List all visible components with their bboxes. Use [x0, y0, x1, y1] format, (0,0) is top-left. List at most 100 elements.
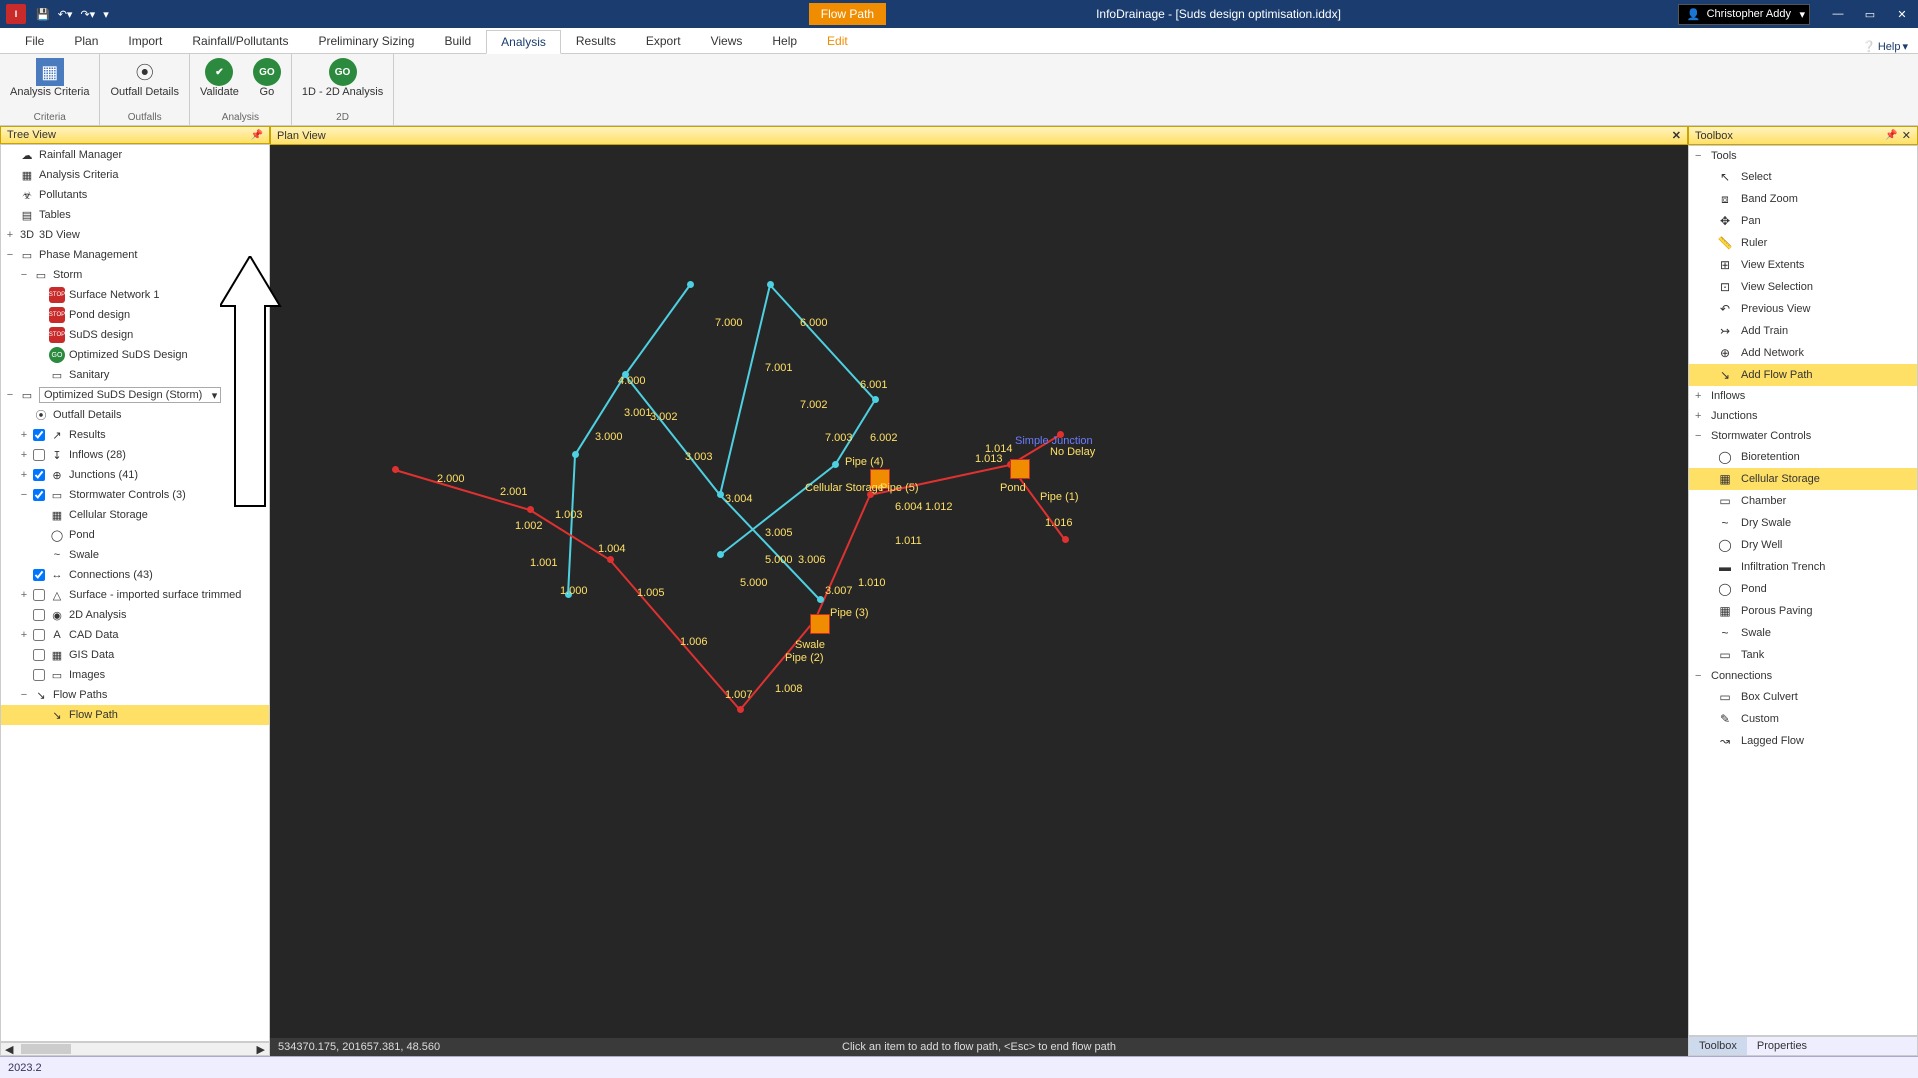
network-node[interactable]	[717, 491, 724, 498]
tree-item-optimized-suds-design--storm-[interactable]: −▭Optimized SuDS Design (Storm)▾	[1, 385, 269, 405]
close-icon[interactable]: ✕	[1672, 129, 1681, 142]
tree-item-storm[interactable]: −▭Storm	[1, 265, 269, 285]
tree-checkbox[interactable]	[33, 609, 45, 621]
toolbox-tab-properties[interactable]: Properties	[1747, 1037, 1817, 1055]
network-node[interactable]	[572, 451, 579, 458]
tool-porous-paving[interactable]: ▦Porous Paving	[1689, 600, 1917, 622]
tool-chamber[interactable]: ▭Chamber	[1689, 490, 1917, 512]
toolbox-group-connections[interactable]: −Connections	[1689, 666, 1917, 686]
expand-icon[interactable]: +	[1695, 390, 1705, 402]
tree-checkbox[interactable]	[33, 489, 45, 501]
expand-icon[interactable]: −	[19, 489, 29, 501]
tree-item-gis-data[interactable]: ▦GIS Data	[1, 645, 269, 665]
tool-pan[interactable]: ✥Pan	[1689, 210, 1917, 232]
network-node[interactable]	[392, 466, 399, 473]
network-node[interactable]	[872, 396, 879, 403]
tool-previous-view[interactable]: ↶Previous View	[1689, 298, 1917, 320]
tree-item-sanitary[interactable]: ▭Sanitary	[1, 365, 269, 385]
expand-icon[interactable]: −	[5, 249, 15, 261]
menu-tab-edit[interactable]: Edit	[812, 29, 863, 53]
tree-checkbox[interactable]	[33, 469, 45, 481]
expand-icon[interactable]: +	[19, 469, 29, 481]
expand-icon[interactable]: −	[19, 689, 29, 701]
tree-item-phase-management[interactable]: −▭Phase Management	[1, 245, 269, 265]
tool-bioretention[interactable]: ◯Bioretention	[1689, 446, 1917, 468]
tree-item-results[interactable]: +↗Results	[1, 425, 269, 445]
network-node[interactable]	[1062, 536, 1069, 543]
network-connection[interactable]	[624, 284, 691, 375]
tree-checkbox[interactable]	[33, 629, 45, 641]
network-node[interactable]	[817, 596, 824, 603]
tree-item-optimized-suds-design[interactable]: GOOptimized SuDS Design	[1, 345, 269, 365]
tree-item-surface-network-1[interactable]: STOPSurface Network 1	[1, 285, 269, 305]
ribbon-btn-1d---2d-analysis[interactable]: GO1D - 2D Analysis	[298, 56, 387, 100]
stormwater-control-icon[interactable]	[1010, 459, 1030, 479]
scroll-left-icon[interactable]: ◀	[5, 1043, 13, 1056]
toolbox-tab-toolbox[interactable]: Toolbox	[1689, 1037, 1747, 1055]
tool-add-flow-path[interactable]: ↘Add Flow Path	[1689, 364, 1917, 386]
menu-tab-results[interactable]: Results	[561, 29, 631, 53]
tree-item-junctions--41-[interactable]: +⊕Junctions (41)	[1, 465, 269, 485]
tree-item-pollutants[interactable]: ☣Pollutants	[1, 185, 269, 205]
expand-icon[interactable]: +	[5, 229, 15, 241]
tool-view-extents[interactable]: ⊞View Extents	[1689, 254, 1917, 276]
toolbox[interactable]: −Tools↖Select⧈Band Zoom✥Pan📏Ruler⊞View E…	[1688, 145, 1918, 1036]
network-node[interactable]	[607, 556, 614, 563]
ribbon-btn-analysis-criteria[interactable]: ▦Analysis Criteria	[6, 56, 93, 100]
tool-dry-well[interactable]: ◯Dry Well	[1689, 534, 1917, 556]
tree-item-analysis-criteria[interactable]: ▦Analysis Criteria	[1, 165, 269, 185]
network-connection[interactable]	[567, 455, 576, 595]
expand-icon[interactable]: +	[19, 589, 29, 601]
tool-add-network[interactable]: ⊕Add Network	[1689, 342, 1917, 364]
tree-item-surface---imported-surface-trimmed[interactable]: +△Surface - imported surface trimmed	[1, 585, 269, 605]
tree-item-flow-path[interactable]: ↘Flow Path	[1, 705, 269, 725]
tree-checkbox[interactable]	[33, 449, 45, 461]
tool-swale[interactable]: ~Swale	[1689, 622, 1917, 644]
toolbox-group-tools[interactable]: −Tools	[1689, 146, 1917, 166]
tree-item-rainfall-manager[interactable]: ☁Rainfall Manager	[1, 145, 269, 165]
tree-item-stormwater-controls--3-[interactable]: −▭Stormwater Controls (3)	[1, 485, 269, 505]
menu-tab-file[interactable]: File	[10, 29, 59, 53]
ribbon-btn-outfall-details[interactable]: ⦿Outfall Details	[106, 56, 182, 100]
network-node[interactable]	[832, 461, 839, 468]
scroll-thumb[interactable]	[21, 1044, 71, 1054]
menu-tab-analysis[interactable]: Analysis	[486, 30, 561, 54]
expand-icon[interactable]: +	[19, 449, 29, 461]
tool-select[interactable]: ↖Select	[1689, 166, 1917, 188]
tool-add-train[interactable]: ↣Add Train	[1689, 320, 1917, 342]
tree-checkbox[interactable]	[33, 669, 45, 681]
tree-view[interactable]: ☁Rainfall Manager▦Analysis Criteria☣Poll…	[0, 144, 270, 1042]
tree-checkbox[interactable]	[33, 569, 45, 581]
minimize-button[interactable]: —	[1822, 0, 1854, 28]
tree-item-flow-paths[interactable]: −↘Flow Paths	[1, 685, 269, 705]
tree-item-pond-design[interactable]: STOPPond design	[1, 305, 269, 325]
phase-selector[interactable]: Optimized SuDS Design (Storm)▾	[39, 387, 221, 403]
scroll-right-icon[interactable]: ▶	[257, 1043, 265, 1056]
tree-item-3d-view[interactable]: +3D3D View	[1, 225, 269, 245]
expand-icon[interactable]: +	[1695, 410, 1705, 422]
stormwater-control-icon[interactable]	[810, 614, 830, 634]
toolbox-group-stormwater-controls[interactable]: −Stormwater Controls	[1689, 426, 1917, 446]
tree-checkbox[interactable]	[33, 589, 45, 601]
tool-tank[interactable]: ▭Tank	[1689, 644, 1917, 666]
menu-tab-plan[interactable]: Plan	[59, 29, 113, 53]
tool-dry-swale[interactable]: ~Dry Swale	[1689, 512, 1917, 534]
network-node[interactable]	[737, 706, 744, 713]
tree-item-cad-data[interactable]: +ACAD Data	[1, 625, 269, 645]
tree-item-inflows--28-[interactable]: +↧Inflows (28)	[1, 445, 269, 465]
undo-icon[interactable]: ↶▾	[58, 8, 73, 21]
tree-item-pond[interactable]: ◯Pond	[1, 525, 269, 545]
tree-item-swale[interactable]: ~Swale	[1, 545, 269, 565]
expand-icon[interactable]: +	[19, 429, 29, 441]
qat-more-icon[interactable]: ▾	[103, 8, 109, 21]
tree-item-tables[interactable]: ▤Tables	[1, 205, 269, 225]
tree-item-2d-analysis[interactable]: ◉2D Analysis	[1, 605, 269, 625]
menu-tab-build[interactable]: Build	[429, 29, 486, 53]
tree-item-connections--43-[interactable]: ↔Connections (43)	[1, 565, 269, 585]
network-connection[interactable]	[609, 559, 741, 710]
tool-box-culvert[interactable]: ▭Box Culvert	[1689, 686, 1917, 708]
user-menu[interactable]: 👤 Christopher Addy	[1678, 4, 1810, 25]
tool-cellular-storage[interactable]: ▦Cellular Storage	[1689, 468, 1917, 490]
menu-tab-preliminary-sizing[interactable]: Preliminary Sizing	[303, 29, 429, 53]
menu-tab-help[interactable]: Help	[757, 29, 812, 53]
